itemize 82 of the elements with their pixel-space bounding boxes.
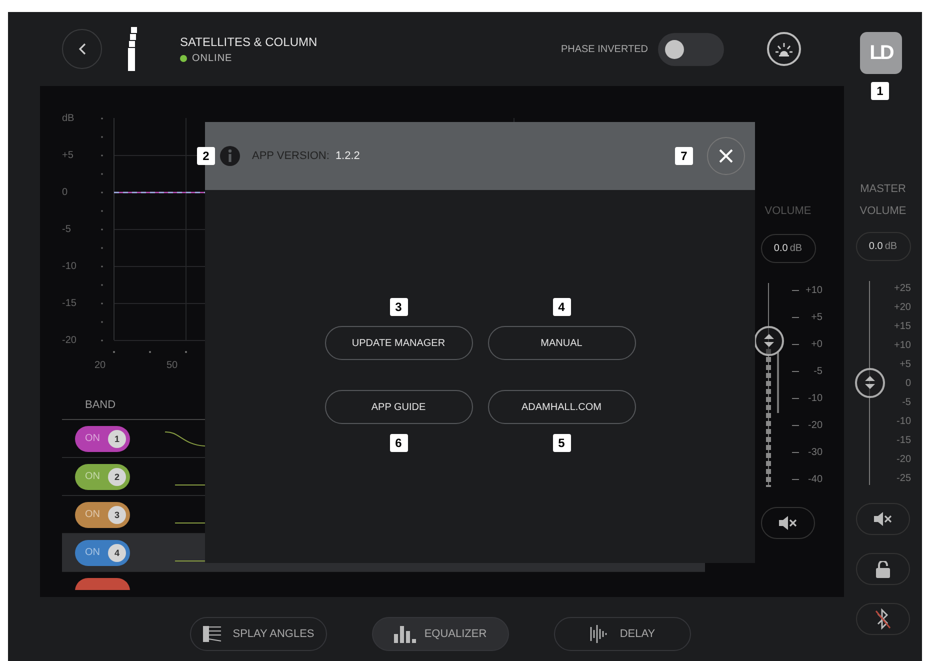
version-label: APP VERSION: xyxy=(252,150,330,162)
light-button[interactable] xyxy=(767,32,801,66)
phase-toggle[interactable] xyxy=(658,32,724,66)
dialog-button[interactable]: APP GUIDE xyxy=(324,390,472,424)
scale-label: +10 xyxy=(893,340,911,350)
band-toggle[interactable]: ON 4 xyxy=(75,540,130,566)
chevron-left-icon xyxy=(78,43,86,55)
close-icon xyxy=(719,149,733,163)
axis-label: -15 xyxy=(62,297,78,311)
scale-label: +5 xyxy=(898,358,911,370)
axis-label: 20 xyxy=(93,360,107,373)
band-toggle[interactable]: ON 1 xyxy=(75,426,130,452)
band-toggle[interactable]: ON 3 xyxy=(75,502,130,528)
dialog-button[interactable]: ADAMHALL.COM xyxy=(488,390,636,424)
scale-label: -40 xyxy=(807,474,822,486)
scale-label: -20 xyxy=(807,420,822,432)
scale-label: -5 xyxy=(812,366,822,377)
mute-button[interactable] xyxy=(761,507,815,539)
mute-icon xyxy=(874,512,892,526)
filter-line-icon xyxy=(175,560,205,562)
number-badge: 2 xyxy=(197,147,215,165)
scale-label: -5 xyxy=(901,396,911,408)
number-badge: 1 xyxy=(871,82,889,100)
axis-label: dB xyxy=(62,112,76,126)
bluetooth-button[interactable] xyxy=(856,603,910,635)
slider-thumb[interactable] xyxy=(855,368,885,398)
logo: LD xyxy=(860,32,902,74)
volume-label: MASTER VOLUME xyxy=(858,182,908,219)
tab[interactable]: DELAY xyxy=(554,617,691,651)
bluetooth-off-icon xyxy=(875,608,891,630)
tab[interactable]: EQUALIZER xyxy=(372,617,509,651)
lock-button[interactable] xyxy=(856,553,910,585)
number-badge: 3 xyxy=(390,298,408,316)
filter-curve-icon xyxy=(165,430,205,446)
up-down-icon xyxy=(865,376,875,390)
up-down-icon xyxy=(764,334,774,348)
column-header: BAND xyxy=(85,398,116,410)
light-icon xyxy=(775,41,793,57)
scale-label: +10 xyxy=(804,284,822,296)
number-badge: 4 xyxy=(552,298,570,316)
axis-label: -10 xyxy=(62,260,78,274)
axis-label: -5 xyxy=(62,223,72,237)
scale-label: +5 xyxy=(810,312,822,323)
equalizer-icon xyxy=(394,625,416,643)
scale-label: -30 xyxy=(807,447,822,458)
padlock-icon xyxy=(876,560,890,578)
axis-label: +5 xyxy=(62,149,74,163)
info-icon xyxy=(220,146,240,166)
dialog-button[interactable]: MANUAL xyxy=(488,326,636,360)
mute-icon xyxy=(779,516,797,530)
close-button[interactable] xyxy=(707,137,745,175)
scale-label: -25 xyxy=(896,472,911,484)
status-text: ONLINE xyxy=(192,52,232,64)
volume-field[interactable]: 0.0 dB xyxy=(760,234,816,263)
number-badge: 7 xyxy=(675,147,693,165)
version-number: 1.2.2 xyxy=(335,150,360,162)
scale-label: +0 xyxy=(810,338,822,350)
dialog-button[interactable]: UPDATE MANAGER xyxy=(324,326,472,360)
number-badge: 6 xyxy=(390,434,408,452)
filter-line-icon xyxy=(175,522,205,524)
scale-label: -10 xyxy=(896,416,911,426)
scale-label: +25 xyxy=(893,282,911,294)
scale-label: 0 xyxy=(904,378,911,388)
phase-label: PHASE INVERTED xyxy=(560,44,648,54)
volume-label: VOLUME xyxy=(764,204,812,219)
band-toggle[interactable]: ON 2 xyxy=(75,464,130,490)
axis-label: -20 xyxy=(62,334,78,348)
speaker-column-icon xyxy=(128,27,138,71)
axis-label: 50 xyxy=(165,360,179,373)
number-badge: 5 xyxy=(552,434,570,452)
volume-field[interactable]: 0.0 dB xyxy=(856,232,910,261)
volume-slider[interactable] xyxy=(855,281,885,485)
scale-label: -10 xyxy=(807,393,822,404)
tab[interactable]: SPLAY ANGLES xyxy=(190,617,327,651)
device-title: SATELLITES & COLUMN xyxy=(180,34,318,48)
axis-label: 0 xyxy=(62,186,69,200)
scale-label: -20 xyxy=(896,454,911,464)
mute-button[interactable] xyxy=(856,503,910,535)
scale-label: +15 xyxy=(893,320,911,332)
scale-label: -15 xyxy=(896,434,911,446)
scale-label: +20 xyxy=(893,302,911,312)
filter-line-icon xyxy=(175,484,205,486)
